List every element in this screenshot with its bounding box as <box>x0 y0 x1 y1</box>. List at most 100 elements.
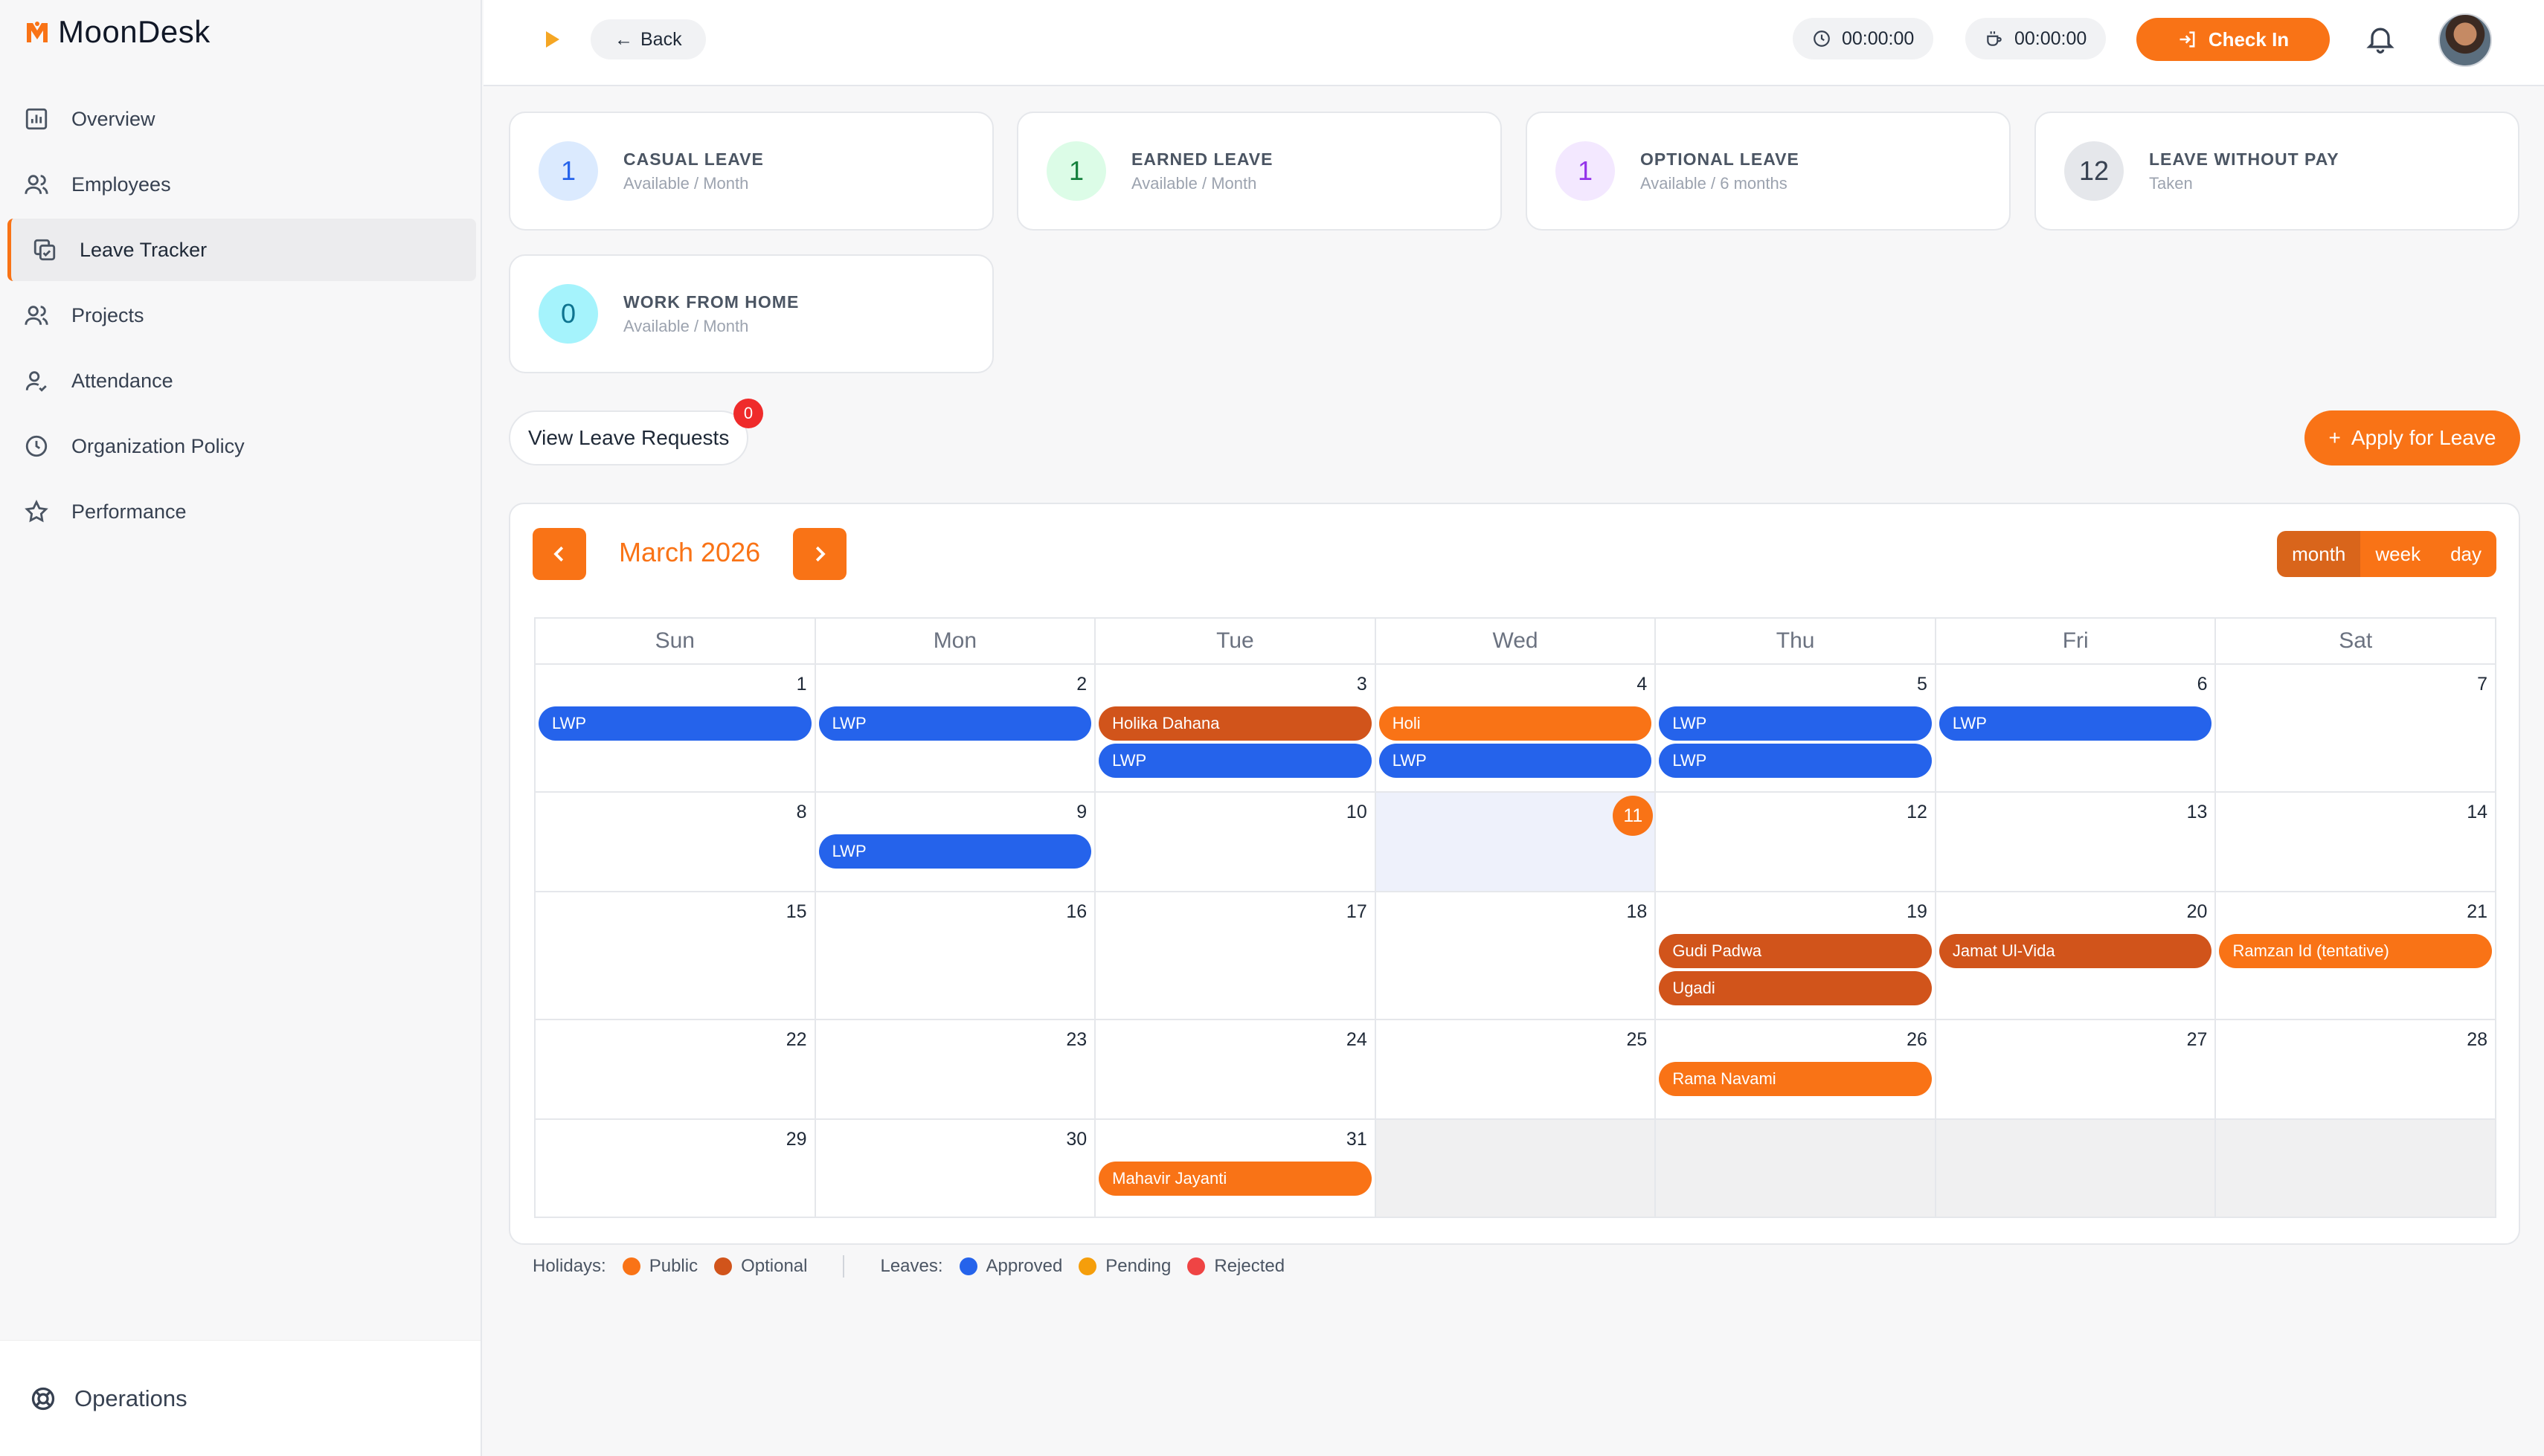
leave-event-chip[interactable]: LWP <box>1938 706 2212 741</box>
today-date-marker[interactable]: 11 <box>1613 796 1654 836</box>
sidebar-item-overview[interactable]: Overview <box>7 88 476 150</box>
holiday-event-chip[interactable]: Mahavir Jayanti <box>1099 1162 1372 1196</box>
day-number[interactable]: 7 <box>2477 674 2487 695</box>
sidebar-item-projects[interactable]: Projects <box>7 284 476 347</box>
day-number[interactable]: 29 <box>786 1129 807 1150</box>
day-number[interactable]: 18 <box>1627 901 1648 923</box>
day-number[interactable]: 12 <box>1907 802 1927 823</box>
calendar-day-cell[interactable]: 30 <box>816 1120 1096 1217</box>
day-number[interactable]: 28 <box>2467 1029 2487 1051</box>
day-number[interactable]: 15 <box>786 901 807 923</box>
day-number[interactable]: 9 <box>1076 802 1087 823</box>
calendar-day-cell[interactable]: 14 <box>2216 793 2495 891</box>
play-icon[interactable] <box>543 28 562 51</box>
day-number[interactable]: 13 <box>2187 802 2208 823</box>
leave-event-chip[interactable]: LWP <box>1099 744 1372 778</box>
calendar-day-cell[interactable]: 18 <box>1376 892 1657 1019</box>
day-number[interactable]: 21 <box>2467 901 2487 923</box>
day-number[interactable]: 4 <box>1636 674 1647 695</box>
day-number[interactable]: 2 <box>1076 674 1087 695</box>
back-button[interactable]: ← Back <box>591 19 706 59</box>
calendar-day-cell[interactable]: 6 LWP <box>1936 665 2217 791</box>
prev-month-button[interactable] <box>533 528 586 580</box>
day-number[interactable]: 25 <box>1627 1029 1648 1051</box>
calendar-day-cell[interactable]: 16 <box>816 892 1096 1019</box>
calendar-day-cell[interactable]: 21 Ramzan Id (tentative) <box>2216 892 2495 1019</box>
calendar-day-cell[interactable]: 3 Holika Dahana LWP <box>1096 665 1376 791</box>
day-number[interactable]: 10 <box>1346 802 1367 823</box>
apply-for-leave-button[interactable]: + Apply for Leave <box>2304 410 2520 466</box>
calendar-day-cell[interactable]: 9 LWP <box>816 793 1096 891</box>
calendar-day-cell[interactable]: 10 <box>1096 793 1376 891</box>
day-number[interactable]: 24 <box>1346 1029 1367 1051</box>
view-leave-requests-button[interactable]: View Leave Requests <box>509 410 749 466</box>
calendar-day-cell[interactable]: 25 <box>1376 1020 1657 1118</box>
view-week-button[interactable]: week <box>2360 531 2436 577</box>
leave-event-chip[interactable]: LWP <box>1659 706 1932 741</box>
day-number[interactable]: 23 <box>1066 1029 1087 1051</box>
day-number[interactable]: 8 <box>797 802 807 823</box>
sidebar-item-employees[interactable]: Employees <box>7 153 476 216</box>
sidebar-item-organization-policy[interactable]: Organization Policy <box>7 415 476 477</box>
day-number[interactable]: 17 <box>1346 901 1367 923</box>
day-number[interactable]: 27 <box>2187 1029 2208 1051</box>
day-number[interactable]: 5 <box>1917 674 1927 695</box>
holiday-event-chip[interactable]: Jamat Ul-Vida <box>1938 934 2212 968</box>
calendar-day-cell[interactable]: 5 LWP LWP <box>1656 665 1936 791</box>
holiday-event-chip[interactable]: Rama Navami <box>1659 1062 1932 1096</box>
day-number[interactable]: 19 <box>1907 901 1927 923</box>
calendar-day-cell[interactable]: 7 <box>2216 665 2495 791</box>
calendar-day-cell[interactable]: 8 <box>536 793 816 891</box>
leave-event-chip[interactable]: LWP <box>1659 744 1932 778</box>
sidebar-item-leave-tracker[interactable]: Leave Tracker <box>7 219 476 281</box>
holiday-event-chip[interactable]: Ramzan Id (tentative) <box>2219 934 2493 968</box>
clock-icon <box>1814 30 1830 47</box>
day-number[interactable]: 6 <box>2197 674 2208 695</box>
sidebar-item-attendance[interactable]: Attendance <box>7 349 476 412</box>
leave-event-chip[interactable]: LWP <box>1378 744 1652 778</box>
logo[interactable]: MoonDesk <box>24 12 211 52</box>
calendar-day-cell[interactable]: 27 <box>1936 1020 2217 1118</box>
calendar-day-cell[interactable]: 15 <box>536 892 816 1019</box>
day-number[interactable]: 26 <box>1907 1029 1927 1051</box>
holiday-event-chip[interactable]: Holi <box>1378 706 1652 741</box>
sidebar-item-operations[interactable]: Operations <box>0 1340 481 1456</box>
day-number[interactable]: 14 <box>2467 802 2487 823</box>
view-day-button[interactable]: day <box>2435 531 2496 577</box>
calendar-day-cell[interactable]: 4 Holi LWP <box>1376 665 1657 791</box>
day-number[interactable]: 31 <box>1346 1129 1367 1150</box>
leave-event-chip[interactable]: LWP <box>818 706 1092 741</box>
avatar[interactable] <box>2438 13 2492 67</box>
calendar-day-cell[interactable]: 20 Jamat Ul-Vida <box>1936 892 2217 1019</box>
calendar-day-cell[interactable]: 1 LWP <box>536 665 816 791</box>
view-month-button[interactable]: month <box>2277 531 2361 577</box>
day-number[interactable]: 3 <box>1357 674 1367 695</box>
day-number[interactable]: 20 <box>2187 901 2208 923</box>
day-number[interactable]: 16 <box>1066 901 1087 923</box>
calendar-day-cell[interactable]: 28 <box>2216 1020 2495 1118</box>
bell-icon[interactable] <box>2364 22 2397 55</box>
calendar-day-cell[interactable]: 13 <box>1936 793 2217 891</box>
calendar-day-cell[interactable]: 11 <box>1375 793 1657 891</box>
calendar-day-cell[interactable]: 2 LWP <box>816 665 1096 791</box>
sidebar-item-performance[interactable]: Performance <box>7 480 476 543</box>
calendar-day-cell[interactable]: 31 Mahavir Jayanti <box>1096 1120 1376 1217</box>
holiday-event-chip[interactable]: Holika Dahana <box>1099 706 1372 741</box>
calendar-day-cell[interactable]: 23 <box>816 1020 1096 1118</box>
holiday-event-chip[interactable]: Ugadi <box>1659 971 1932 1005</box>
calendar-day-cell[interactable]: 24 <box>1096 1020 1376 1118</box>
check-in-button[interactable]: Check In <box>2136 18 2330 61</box>
calendar-day-cell[interactable]: 17 <box>1096 892 1376 1019</box>
day-number[interactable]: 22 <box>786 1029 807 1051</box>
day-number[interactable]: 30 <box>1066 1129 1087 1150</box>
calendar-day-cell[interactable]: 19 Gudi Padwa Ugadi <box>1656 892 1936 1019</box>
calendar-day-cell[interactable]: 12 <box>1656 793 1936 891</box>
day-number[interactable]: 1 <box>797 674 807 695</box>
next-month-button[interactable] <box>793 528 847 580</box>
holiday-event-chip[interactable]: Gudi Padwa <box>1659 934 1932 968</box>
calendar-day-cell[interactable]: 29 <box>536 1120 816 1217</box>
leave-event-chip[interactable]: LWP <box>539 706 812 741</box>
leave-event-chip[interactable]: LWP <box>818 834 1092 869</box>
calendar-day-cell[interactable]: 26 Rama Navami <box>1656 1020 1936 1118</box>
calendar-day-cell[interactable]: 22 <box>536 1020 816 1118</box>
